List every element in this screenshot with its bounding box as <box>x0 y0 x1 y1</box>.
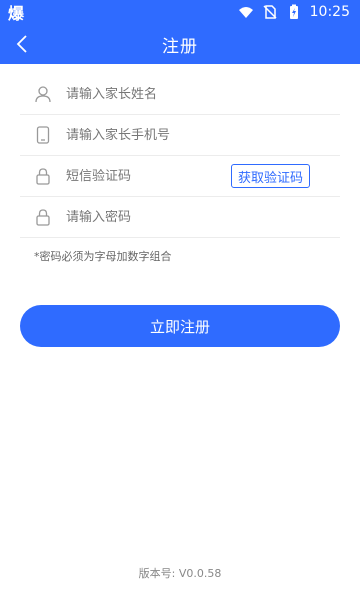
chevron-left-icon <box>16 35 27 53</box>
app-header: 注册 <box>0 24 360 64</box>
no-sim-icon <box>263 5 277 19</box>
status-app-label: 爆 <box>8 4 25 23</box>
password-row <box>20 197 340 238</box>
battery-charging-icon <box>289 4 298 19</box>
status-bar: 爆 10:25 <box>0 0 360 24</box>
name-row <box>20 74 340 115</box>
status-time: 10:25 <box>309 4 350 20</box>
name-input[interactable] <box>66 86 246 102</box>
back-button[interactable] <box>10 32 34 56</box>
lock-icon <box>32 165 54 187</box>
phone-input[interactable] <box>66 127 246 143</box>
wifi-icon <box>238 7 253 18</box>
get-code-button[interactable]: 获取验证码 <box>230 164 310 188</box>
code-row: 获取验证码 <box>20 156 340 197</box>
password-hint: *密码必须为字母加数字组合 <box>34 250 172 263</box>
password-input[interactable] <box>66 209 246 225</box>
register-form: 获取验证码 *密码必须为字母加数字组合 <box>20 74 340 264</box>
status-indicators: 10:25 <box>238 4 350 20</box>
lock-icon <box>32 206 54 228</box>
version-label: 版本号: V0.0.58 <box>138 567 222 580</box>
page-title: 注册 <box>162 36 198 57</box>
user-icon <box>32 83 54 105</box>
register-button[interactable]: 立即注册 <box>20 305 340 347</box>
phone-icon <box>32 124 54 146</box>
sms-code-input[interactable] <box>66 168 246 184</box>
phone-row <box>20 115 340 156</box>
